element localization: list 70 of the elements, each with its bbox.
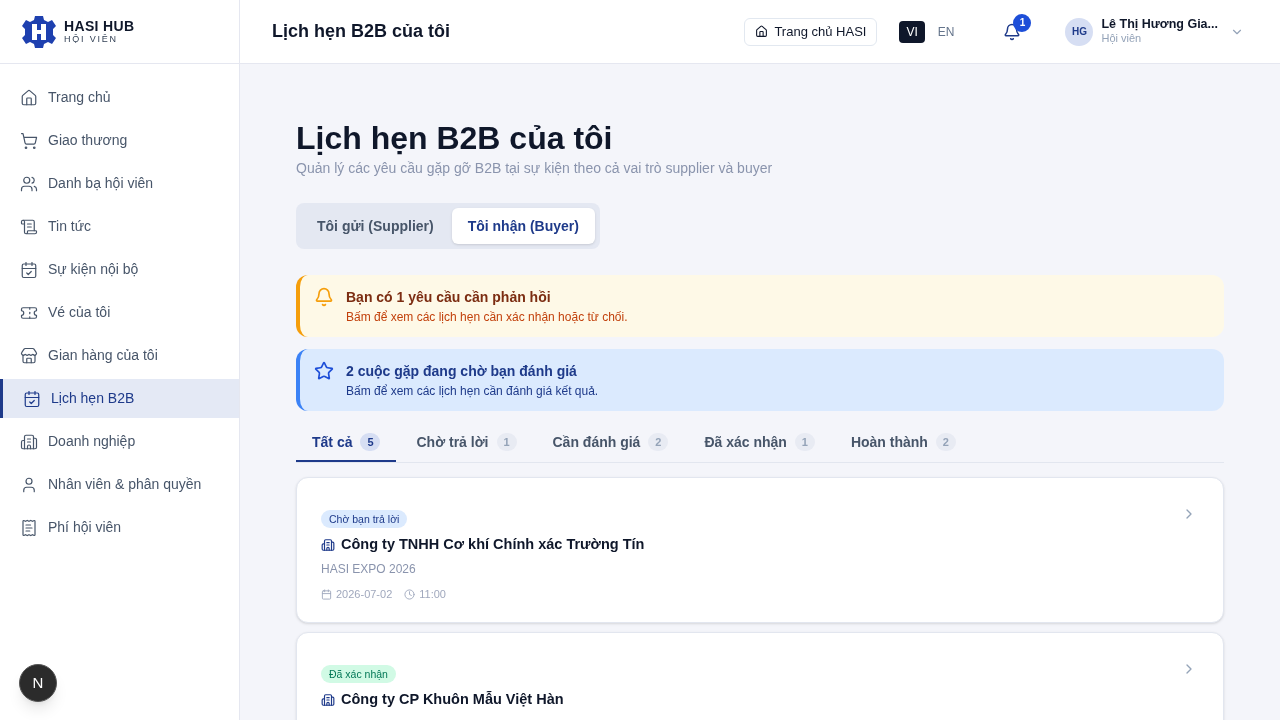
sidebar-item[interactable]: Doanh nghiệp — [0, 422, 239, 461]
sidebar-item[interactable]: Vé của tôi — [0, 293, 239, 332]
page-subtitle: Quản lý các yêu cầu gặp gỡ B2B tại sự kiện theo cả vai trò supplier và buyer — [296, 159, 774, 178]
filter-tab[interactable]: Cần đánh giá 2 — [536, 424, 685, 462]
calendar-check-icon — [23, 389, 41, 408]
alert-banner[interactable]: Bạn có 1 yêu cầu cần phản hồi Bấm để xem các lịch hẹn cần xác nhận hoặc từ chối. — [296, 275, 1224, 337]
home-icon — [755, 25, 769, 38]
count-badge: 1 — [794, 433, 815, 451]
event-name: HASI EXPO 2026 — [321, 560, 417, 578]
status-tag: Chờ bạn trả lời — [321, 510, 408, 528]
filter-tab[interactable]: Hoàn thành 2 — [834, 424, 972, 462]
cart-icon — [20, 131, 38, 150]
alert-banner[interactable]: 2 cuộc gặp đang chờ bạn đánh giá Bấm để xem các lịch hẹn cần đánh giá kết quả. — [296, 349, 1224, 411]
count-badge: 2 — [935, 433, 956, 451]
users-icon — [20, 174, 38, 193]
clock-icon — [404, 588, 416, 600]
page-title: Lịch hẹn B2B của tôi — [296, 120, 614, 156]
home-icon — [20, 88, 38, 107]
sidebar-item[interactable]: Gian hàng của tôi — [0, 336, 239, 375]
role-tab[interactable]: Tôi nhận (Buyer) — [451, 208, 595, 244]
appointment-card[interactable]: Chờ bạn trả lời Công ty TNHH Cơ khí Chính xác Trường Tín HASI EXPO 2026 2026-07-02 11:00 — [296, 477, 1224, 624]
sidebar-item[interactable]: Nhân viên & phân quyền — [0, 465, 239, 504]
building-icon — [20, 432, 38, 451]
user-icon — [20, 475, 38, 494]
building-icon — [321, 537, 335, 552]
building-icon — [321, 693, 335, 708]
language-toggle[interactable]: EN — [930, 20, 962, 43]
store-icon — [20, 346, 38, 365]
appointment-time: 11:00 — [419, 586, 446, 602]
filter-tab[interactable]: Đã xác nhận 1 — [688, 424, 831, 462]
count-badge: 2 — [648, 433, 669, 451]
logo-icon — [22, 14, 56, 49]
sidebar-item[interactable]: Phí hội viên — [0, 508, 239, 547]
receipt-icon — [20, 518, 38, 537]
star-icon — [314, 361, 334, 381]
status-tag: Đã xác nhận — [321, 665, 396, 684]
bell-icon — [314, 287, 334, 307]
filter-tab[interactable]: Tất cả 5 — [296, 424, 397, 462]
home-button[interactable]: Trang chủ HASI — [744, 17, 878, 46]
calendar-icon — [321, 588, 332, 600]
notification-count: 1 — [1013, 13, 1032, 32]
company-name: Công ty TNHH Cơ khí Chính xác Trường Tín — [341, 535, 645, 554]
count-badge: 5 — [360, 433, 381, 451]
alert-title: Bạn có 1 yêu cầu cần phản hồi — [346, 288, 552, 307]
brand-name: HASI HUB — [64, 19, 135, 33]
user-role: Hội viên — [1101, 32, 1143, 47]
alert-text: Bấm để xem các lịch hẹn cần đánh giá kết quả. — [346, 383, 599, 400]
user-name: Lê Thị Hương Gia... — [1101, 16, 1218, 33]
sidebar-item[interactable]: Giao thương — [0, 121, 239, 160]
company-name: Công ty CP Khuôn Mẫu Việt Hàn — [341, 690, 564, 710]
appointment-date: 2026-07-02 — [336, 586, 393, 602]
sidebar-item[interactable]: Danh bạ hội viên — [0, 164, 239, 203]
brand-subtitle: HỘI VIÊN — [64, 35, 119, 44]
language-toggle[interactable]: VI — [899, 20, 925, 43]
sidebar-item[interactable]: Sự kiện nội bộ — [0, 250, 239, 289]
role-tab[interactable]: Tôi gửi (Supplier) — [301, 208, 450, 244]
alert-text: Bấm để xem các lịch hẹn cần xác nhận hoặc từ chối. — [346, 309, 628, 326]
sidebar-item[interactable]: Tin tức — [0, 207, 239, 246]
sidebar-item[interactable]: Lịch hẹn B2B — [0, 379, 239, 418]
calendar-check-icon — [20, 260, 38, 279]
header-title: Lịch hẹn B2B của tôi — [272, 20, 451, 43]
dev-badge[interactable]: N — [19, 664, 57, 702]
user-avatar: HG — [1065, 17, 1094, 46]
filter-tab[interactable]: Chờ trả lời 1 — [400, 424, 533, 462]
appointment-card[interactable]: Đã xác nhận Công ty CP Khuôn Mẫu Việt Hàn — [296, 632, 1224, 720]
sidebar-item[interactable]: Trang chủ — [0, 78, 239, 117]
notification-icon[interactable] — [1003, 22, 1022, 41]
alert-title: 2 cuộc gặp đang chờ bạn đánh giá — [346, 362, 578, 381]
count-badge: 1 — [496, 433, 517, 451]
scroll-icon — [20, 217, 38, 236]
